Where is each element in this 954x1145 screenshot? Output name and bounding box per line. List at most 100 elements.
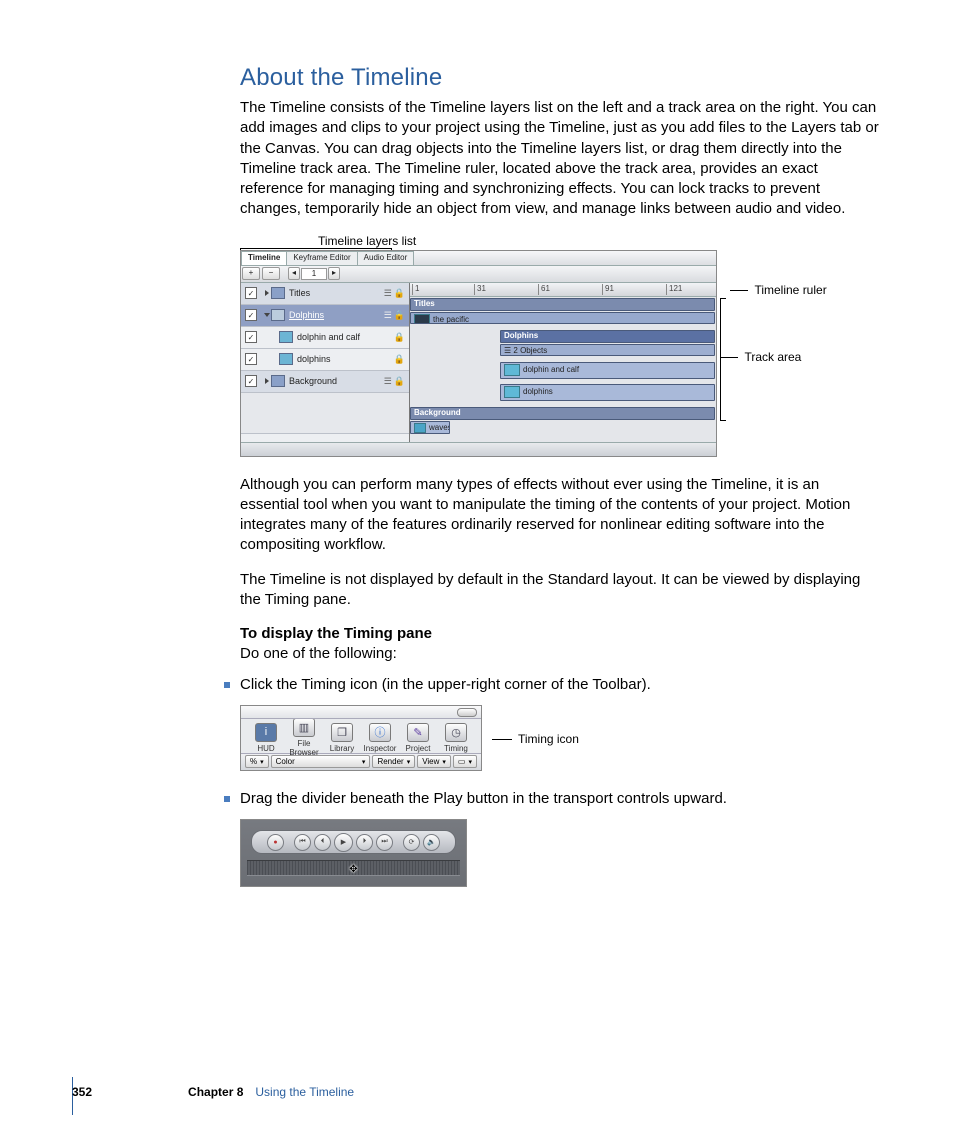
loop-button[interactable]: ⟳ xyxy=(403,834,420,851)
layer-label: Titles xyxy=(289,288,384,298)
paragraph-3: The Timeline is not displayed by default… xyxy=(240,570,880,611)
lock-icon[interactable]: 🔒 xyxy=(394,288,405,299)
hud-button[interactable]: i xyxy=(255,723,277,742)
render-selector[interactable]: Render▾ xyxy=(372,755,415,768)
go-to-end-button[interactable]: ⏭ xyxy=(376,834,393,851)
lock-icon[interactable]: 🔒 xyxy=(394,310,405,321)
timing-button[interactable]: ◷ xyxy=(445,723,467,742)
track-clip[interactable]: dolphin and calf xyxy=(500,362,715,379)
ruler-tick: 121 xyxy=(666,284,682,295)
track-sub[interactable]: ☰ 2 Objects xyxy=(500,344,715,356)
lock-icon[interactable]: 🔒 xyxy=(394,354,405,365)
ruler-tick: 31 xyxy=(474,284,486,295)
track-clip[interactable]: waves xyxy=(410,421,450,434)
track-header-background[interactable]: Background xyxy=(410,407,715,420)
library-button[interactable]: ❐ xyxy=(331,723,353,742)
percent-selector[interactable]: %▾ xyxy=(245,755,269,768)
visibility-checkbox[interactable]: ✓ xyxy=(245,331,257,343)
visibility-checkbox[interactable]: ✓ xyxy=(245,309,257,321)
lock-icon[interactable]: 🔒 xyxy=(394,332,405,343)
remove-button[interactable]: − xyxy=(262,267,280,280)
disclosure-icon[interactable] xyxy=(264,313,270,317)
ruler-tick: 91 xyxy=(602,284,614,295)
track-header-titles[interactable]: Titles xyxy=(410,298,715,311)
timeline-ruler[interactable]: 1 31 61 91 121 xyxy=(410,283,716,297)
visibility-checkbox[interactable]: ✓ xyxy=(245,287,257,299)
tab-keyframe-editor[interactable]: Keyframe Editor xyxy=(286,251,357,265)
go-to-start-button[interactable]: ⏮ xyxy=(294,834,311,851)
clip-label: the pacific xyxy=(433,315,469,324)
disclosure-icon[interactable] xyxy=(265,378,269,384)
layer-label: Background xyxy=(289,376,384,386)
play-button[interactable]: ▶ xyxy=(334,833,353,852)
steps-subheading: Do one of the following: xyxy=(240,645,397,662)
layer-dolphins-child[interactable]: ✓ dolphins 🔒 xyxy=(241,349,409,371)
tab-timeline[interactable]: Timeline xyxy=(241,251,287,265)
track-header-dolphins[interactable]: Dolphins xyxy=(500,330,715,343)
toolbar-label: Library xyxy=(324,744,360,753)
transport-figure: ● ⏮ ⏴ ▶ ⏵ ⏭ ⟳ 🔈 ✥ xyxy=(240,819,467,887)
toolbar-label: HUD xyxy=(248,744,284,753)
layer-label: dolphin and calf xyxy=(297,332,394,342)
layer-label: dolphins xyxy=(297,354,394,364)
layer-dolphin-and-calf[interactable]: ✓ dolphin and calf 🔒 xyxy=(241,327,409,349)
callout-timeline-ruler: Timeline ruler xyxy=(754,283,826,297)
tab-audio-editor[interactable]: Audio Editor xyxy=(357,251,415,265)
lock-icon[interactable]: 🔒 xyxy=(394,376,405,387)
project-button[interactable]: ✎ xyxy=(407,723,429,742)
color-selector[interactable]: Color▾ xyxy=(271,755,371,768)
timeline-figure: Timeline layers list Timeline Keyframe E… xyxy=(240,234,880,457)
frame-field[interactable]: 1 xyxy=(301,268,327,280)
timeline-footer xyxy=(241,442,716,456)
bullet-icon xyxy=(224,796,230,802)
chapter-label: Chapter 8 xyxy=(188,1085,243,1099)
clip-icon xyxy=(279,353,293,365)
toolbar-figure: iHUD ▥File Browser ❐Library ⓘInspector ✎… xyxy=(240,705,482,771)
mute-button[interactable]: 🔈 xyxy=(423,834,440,851)
group-icon xyxy=(271,309,285,321)
preview-icon[interactable]: ☰ xyxy=(384,288,392,299)
layer-titles[interactable]: ✓ Titles ☰ 🔒 xyxy=(241,283,409,305)
clip-label: dolphins xyxy=(523,387,553,396)
add-button[interactable]: + xyxy=(242,267,260,280)
timeline-tabs: Timeline Keyframe Editor Audio Editor xyxy=(241,251,716,266)
steps-heading: To display the Timing pane xyxy=(240,625,432,642)
disclosure-icon[interactable] xyxy=(265,290,269,296)
step-prev[interactable]: ◂ xyxy=(288,267,300,280)
transport-controls: ● ⏮ ⏴ ▶ ⏵ ⏭ ⟳ 🔈 xyxy=(251,830,456,854)
visibility-checkbox[interactable]: ✓ xyxy=(245,353,257,365)
drag-cursor-icon: ✥ xyxy=(349,864,357,875)
inspector-button[interactable]: ⓘ xyxy=(369,723,391,742)
track-clip[interactable]: the pacific xyxy=(410,312,715,324)
callout-timing-icon: Timing icon xyxy=(518,732,579,746)
callout-track-area: Track area xyxy=(744,350,801,364)
preview-icon[interactable]: ☰ xyxy=(384,310,392,321)
page-number: 352 xyxy=(72,1085,92,1099)
step-next[interactable]: ▸ xyxy=(328,267,340,280)
record-button[interactable]: ● xyxy=(267,834,284,851)
next-frame-button[interactable]: ⏵ xyxy=(356,834,373,851)
bullet-icon xyxy=(224,682,230,688)
intro-paragraph: The Timeline consists of the Timeline la… xyxy=(240,98,880,220)
window-pill[interactable] xyxy=(457,708,477,717)
paragraph-2: Although you can perform many types of e… xyxy=(240,475,880,556)
clip-icon xyxy=(279,331,293,343)
clip-label: waves xyxy=(429,423,450,432)
callout-layers-list: Timeline layers list xyxy=(318,234,416,248)
file-browser-button[interactable]: ▥ xyxy=(293,718,315,737)
toolbar-label: Timing xyxy=(438,744,474,753)
layer-background[interactable]: ✓ Background ☰ 🔒 xyxy=(241,371,409,393)
visibility-checkbox[interactable]: ✓ xyxy=(245,375,257,387)
section-heading: About the Timeline xyxy=(240,64,880,92)
clip-label: dolphin and calf xyxy=(523,365,579,374)
toolbar-label: Project xyxy=(400,744,436,753)
layer-label: Dolphins xyxy=(289,310,384,320)
track-clip[interactable]: dolphins xyxy=(500,384,715,401)
chapter-title: Using the Timeline xyxy=(255,1085,354,1099)
view-selector[interactable]: View▾ xyxy=(417,755,451,768)
layer-dolphins[interactable]: ✓ Dolphins ☰ 🔒 xyxy=(241,305,409,327)
layout-selector[interactable]: ▭▾ xyxy=(453,755,477,768)
sub-label: 2 Objects xyxy=(513,346,547,355)
prev-frame-button[interactable]: ⏴ xyxy=(314,834,331,851)
preview-icon[interactable]: ☰ xyxy=(384,376,392,387)
